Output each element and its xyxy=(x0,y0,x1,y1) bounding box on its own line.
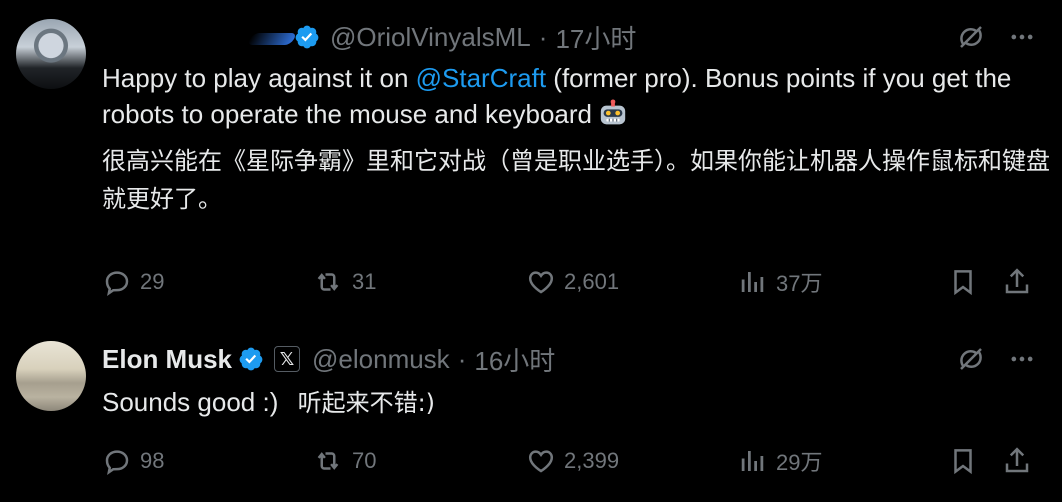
tweet-top-actions xyxy=(956,22,1036,52)
tweet-actions: 98 70 2,399 29万 xyxy=(102,444,1038,478)
tweet-translation: 很高兴能在《星际争霸》里和它对战（曾是职业选手）。如果你能让机器人操作鼠标和键盘… xyxy=(102,147,1050,213)
share-button[interactable] xyxy=(1002,267,1032,297)
views-count: 37万 xyxy=(776,271,823,296)
tweet-text: Sounds good :) 听起来不错:) xyxy=(102,384,1042,421)
name-obscured xyxy=(246,33,298,45)
views-button[interactable]: 29万 xyxy=(738,445,822,477)
like-count: 2,601 xyxy=(564,269,620,294)
reply-count: 29 xyxy=(140,269,165,294)
grok-icon[interactable] xyxy=(956,22,986,52)
retweet-button[interactable]: 31 xyxy=(312,267,376,297)
retweet-count: 31 xyxy=(352,269,377,294)
retweet-icon xyxy=(317,273,339,291)
like-button[interactable]: 2,399 xyxy=(526,446,619,476)
tweet-elon[interactable]: Elon Musk 𝕏 @elonmusk · 16小时 Sounds good… xyxy=(0,322,1062,502)
tweet-actions: 29 31 2,601 37万 xyxy=(102,265,1038,299)
retweet-button[interactable]: 70 xyxy=(312,446,376,476)
heart-icon xyxy=(528,450,554,473)
timestamp[interactable]: 16小时 xyxy=(474,341,555,378)
like-button[interactable]: 2,601 xyxy=(526,267,619,297)
avatar-elon[interactable] xyxy=(16,341,86,411)
mention-link[interactable]: @StarCraft xyxy=(416,63,546,93)
views-count: 29万 xyxy=(776,450,823,475)
affiliate-x-badge[interactable]: 𝕏 xyxy=(274,346,301,372)
share-icon xyxy=(1005,447,1029,473)
timestamp[interactable]: 17小时 xyxy=(555,19,636,56)
avatar-oriol[interactable] xyxy=(16,19,86,89)
tweet-translation: 听起来不错:) xyxy=(297,389,436,417)
reply-button[interactable]: 98 xyxy=(102,446,164,476)
reply-icon xyxy=(105,450,129,476)
retweet-count: 70 xyxy=(352,448,377,473)
grok-icon[interactable] xyxy=(956,344,986,374)
reply-icon xyxy=(105,271,129,297)
bookmark-icon xyxy=(954,270,972,296)
reply-button[interactable]: 29 xyxy=(102,267,164,297)
retweet-icon xyxy=(317,452,339,470)
views-icon xyxy=(741,272,764,292)
reply-count: 98 xyxy=(140,448,165,473)
tweet-header: Elon Musk 𝕏 @elonmusk · 16小时 xyxy=(102,342,555,376)
tweet-top-actions xyxy=(956,344,1036,374)
views-icon xyxy=(741,451,764,471)
handle[interactable]: @elonmusk xyxy=(312,344,450,375)
like-count: 2,399 xyxy=(564,448,620,473)
tweet-text-body: Sounds good :) xyxy=(102,387,279,417)
handle[interactable]: @OriolVinyalsML xyxy=(330,22,531,53)
verified-badge-icon xyxy=(239,347,263,371)
bookmark-button[interactable] xyxy=(948,446,978,476)
bookmark-button[interactable] xyxy=(948,267,978,297)
tweet-text-prefix: Happy to play against it on xyxy=(102,63,416,93)
heart-icon xyxy=(528,271,554,294)
views-button[interactable]: 37万 xyxy=(738,266,822,298)
verified-badge-icon xyxy=(295,25,319,49)
separator: · xyxy=(457,343,467,374)
share-button[interactable] xyxy=(1002,446,1032,476)
tweet-oriol[interactable]: @OriolVinyalsML · 17小时 Happy to play aga… xyxy=(0,0,1062,320)
tweet-text: Happy to play against it on @StarCraft (… xyxy=(102,60,1042,132)
tweet-header: @OriolVinyalsML · 17小时 xyxy=(246,19,636,56)
more-icon[interactable] xyxy=(1008,345,1036,373)
more-icon[interactable] xyxy=(1008,23,1036,51)
share-icon xyxy=(1005,268,1029,294)
bookmark-icon xyxy=(954,449,972,475)
robot-face-icon xyxy=(600,99,626,125)
separator: · xyxy=(538,21,548,52)
display-name[interactable]: Elon Musk xyxy=(102,344,232,375)
